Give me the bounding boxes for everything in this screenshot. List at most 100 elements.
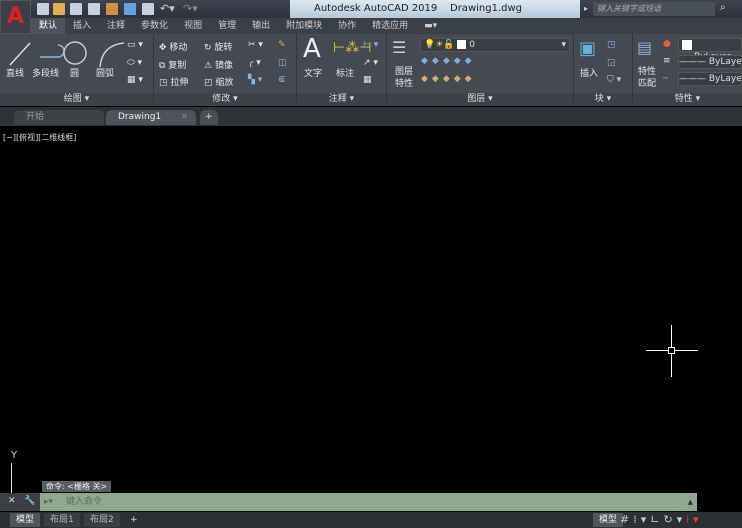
ortho-icon[interactable]: ∟ bbox=[650, 513, 663, 526]
plot-icon[interactable] bbox=[142, 3, 154, 15]
polyline-button[interactable]: 多段线 bbox=[32, 66, 59, 79]
tab-default[interactable]: 默认 bbox=[31, 18, 66, 34]
properties-panel-label[interactable]: 特性 ▾ bbox=[633, 93, 742, 106]
tab-parametric[interactable]: 参数化 bbox=[133, 18, 176, 34]
layer-state-icons: 💡☀🔓 bbox=[424, 40, 455, 50]
undo-icon[interactable]: ↶▾ bbox=[160, 2, 175, 15]
match-properties-icon: ▤ bbox=[637, 38, 653, 57]
block-panel-label[interactable]: 块 ▾ bbox=[574, 93, 632, 106]
annotation-panel-label[interactable]: 注释 ▾ bbox=[297, 93, 386, 106]
scale-label: 缩放 bbox=[215, 78, 234, 88]
table-icon[interactable]: ▦ bbox=[363, 75, 372, 85]
tab-manage[interactable]: 管理 bbox=[210, 18, 244, 34]
tab-collaborate[interactable]: 协作 bbox=[330, 18, 364, 34]
layer-tools-row1-icons[interactable]: ◆◆◆◆◆ bbox=[421, 56, 476, 66]
redo-icon[interactable]: ↷▾ bbox=[183, 2, 198, 15]
arc-button[interactable]: 圆弧 bbox=[96, 66, 114, 79]
open-web-icon[interactable] bbox=[106, 3, 118, 15]
close-tab-icon[interactable]: ✕ bbox=[180, 110, 188, 125]
open-icon[interactable] bbox=[53, 3, 65, 15]
insert-button[interactable]: 插入 bbox=[580, 66, 598, 79]
drawing1-tab[interactable]: Drawing1 ✕ bbox=[106, 110, 196, 125]
isodraft-icon[interactable]: ⟊▾ bbox=[686, 513, 702, 526]
match-properties-button[interactable]: 特性 匹配 bbox=[638, 66, 656, 90]
hatch-icon[interactable]: ▦ ▾ bbox=[127, 75, 143, 85]
polar-icon[interactable]: ↻▾ bbox=[663, 513, 686, 526]
close-icon[interactable]: ✕ bbox=[8, 496, 16, 506]
viewport-controls[interactable]: [−][俯视][二维线框] bbox=[3, 132, 76, 143]
save-icon[interactable] bbox=[70, 3, 82, 15]
grid-icon[interactable]: # bbox=[620, 513, 633, 526]
ellipse-icon[interactable]: ⬭ ▾ bbox=[127, 58, 142, 68]
save-web-icon[interactable] bbox=[124, 3, 136, 15]
layout-tab-model[interactable]: 模型 bbox=[10, 513, 41, 527]
mirror-button[interactable]: ⚠ 镜像 bbox=[204, 58, 233, 71]
workspace-toggle-icon[interactable]: ▬▾ bbox=[416, 18, 445, 34]
start-tab[interactable]: 开始 bbox=[14, 110, 104, 125]
array-icon[interactable]: ▚ ▾ bbox=[248, 75, 262, 85]
crosshair-cursor bbox=[646, 325, 698, 377]
tab-insert[interactable]: 插入 bbox=[65, 18, 99, 34]
draw-panel-label[interactable]: 绘图 ▾ bbox=[0, 93, 153, 106]
application-menu-button[interactable]: A bbox=[0, 0, 31, 34]
create-block-icon[interactable]: ◳ bbox=[607, 40, 616, 50]
lineweight-icon[interactable]: ≡ bbox=[663, 56, 671, 66]
linetype-dropdown[interactable]: ——— ByLayer bbox=[678, 72, 742, 86]
text-button[interactable]: 文字 bbox=[304, 66, 322, 79]
tab-annotate[interactable]: 注释 bbox=[99, 18, 133, 34]
search-input[interactable]: 键入关键字或短语 bbox=[593, 2, 715, 16]
binoculars-icon[interactable]: ⌕ bbox=[720, 2, 726, 13]
block-attribute-icon[interactable]: ⛉ ▾ bbox=[607, 75, 621, 85]
linear-dim-icon[interactable]: ⊢ ▾ bbox=[363, 40, 378, 50]
modify-panel-label[interactable]: 修改 ▾ bbox=[154, 93, 296, 106]
trim-icon[interactable]: ✂ ▾ bbox=[248, 40, 263, 50]
status-toggles[interactable]: #⁞▾∟↻▾⟊▾ bbox=[620, 513, 703, 527]
layer-dropdown[interactable]: 💡☀🔓 0 ▾ bbox=[420, 38, 570, 52]
layers-panel-label[interactable]: 图层 ▾ bbox=[387, 93, 573, 106]
wrench-icon[interactable]: 🔧 bbox=[24, 496, 35, 506]
explode-icon[interactable]: ◫ bbox=[278, 58, 287, 68]
stretch-button[interactable]: ◳ 拉伸 bbox=[159, 75, 188, 88]
layer-tools-row2-icons[interactable]: ◆◆◆◆◆ bbox=[421, 74, 476, 84]
command-input[interactable]: ▸▾ 键入命令 ▲ bbox=[40, 493, 697, 511]
new-tab-button[interactable]: + bbox=[200, 110, 218, 125]
linetype-icon[interactable]: ┅ bbox=[663, 74, 668, 84]
circle-button[interactable]: 圆 bbox=[70, 66, 79, 79]
move-button[interactable]: ✥ 移动 bbox=[159, 40, 187, 53]
mirror-label: 镜像 bbox=[214, 61, 233, 71]
tab-view[interactable]: 视图 bbox=[176, 18, 210, 34]
color-dropdown[interactable]: ByLayer bbox=[678, 38, 742, 62]
edit-block-icon[interactable]: ◲ bbox=[607, 58, 616, 68]
window-title: Autodesk AutoCAD 2019 Drawing1.dwg bbox=[290, 0, 580, 18]
leader-icon[interactable]: ↗ ▾ bbox=[363, 58, 378, 68]
fillet-icon[interactable]: ╭ ▾ bbox=[248, 58, 261, 68]
command-prompt-icon[interactable]: ▸▾ bbox=[44, 493, 53, 511]
save-as-icon[interactable] bbox=[88, 3, 100, 15]
stretch-label: 拉伸 bbox=[170, 78, 189, 88]
dimension-button[interactable]: 标注 bbox=[336, 66, 354, 79]
rotate-button[interactable]: ↻ 旋转 bbox=[204, 40, 232, 53]
autocad-logo: A bbox=[6, 4, 25, 29]
layout-tab-2[interactable]: 布局2 bbox=[84, 513, 120, 527]
tab-addins[interactable]: 附加模块 bbox=[278, 18, 330, 34]
layout-tab-1[interactable]: 布局1 bbox=[44, 513, 80, 527]
drawing1-label: Drawing1 bbox=[118, 112, 162, 122]
offset-icon[interactable]: ⋐ bbox=[278, 75, 286, 85]
tab-featured-apps[interactable]: 精选应用 bbox=[364, 18, 416, 34]
add-layout-icon[interactable]: + bbox=[124, 513, 144, 527]
snap-icon[interactable]: ⁞▾ bbox=[633, 513, 650, 526]
new-icon[interactable] bbox=[37, 3, 49, 15]
erase-icon[interactable]: ✎ bbox=[278, 40, 286, 50]
rectangle-icon[interactable]: ▭ ▾ bbox=[127, 40, 143, 50]
scale-button[interactable]: ◰ 缩放 bbox=[204, 75, 233, 88]
lineweight-dropdown[interactable]: ——— ByLayer bbox=[678, 55, 742, 69]
model-space-button[interactable]: 模型 bbox=[593, 513, 624, 527]
color-wheel-icon[interactable]: ● bbox=[663, 39, 671, 49]
tab-output[interactable]: 输出 bbox=[244, 18, 278, 34]
linetype-value: ByLayer bbox=[708, 74, 742, 84]
copy-button[interactable]: ⧉ 复制 bbox=[159, 58, 186, 71]
search-expand-icon[interactable]: ▸ bbox=[584, 4, 588, 13]
command-history-toggle-icon[interactable]: ▲ bbox=[688, 493, 693, 511]
line-button[interactable]: 直线 bbox=[6, 66, 24, 79]
layer-properties-button[interactable]: 图层 特性 bbox=[395, 66, 413, 90]
